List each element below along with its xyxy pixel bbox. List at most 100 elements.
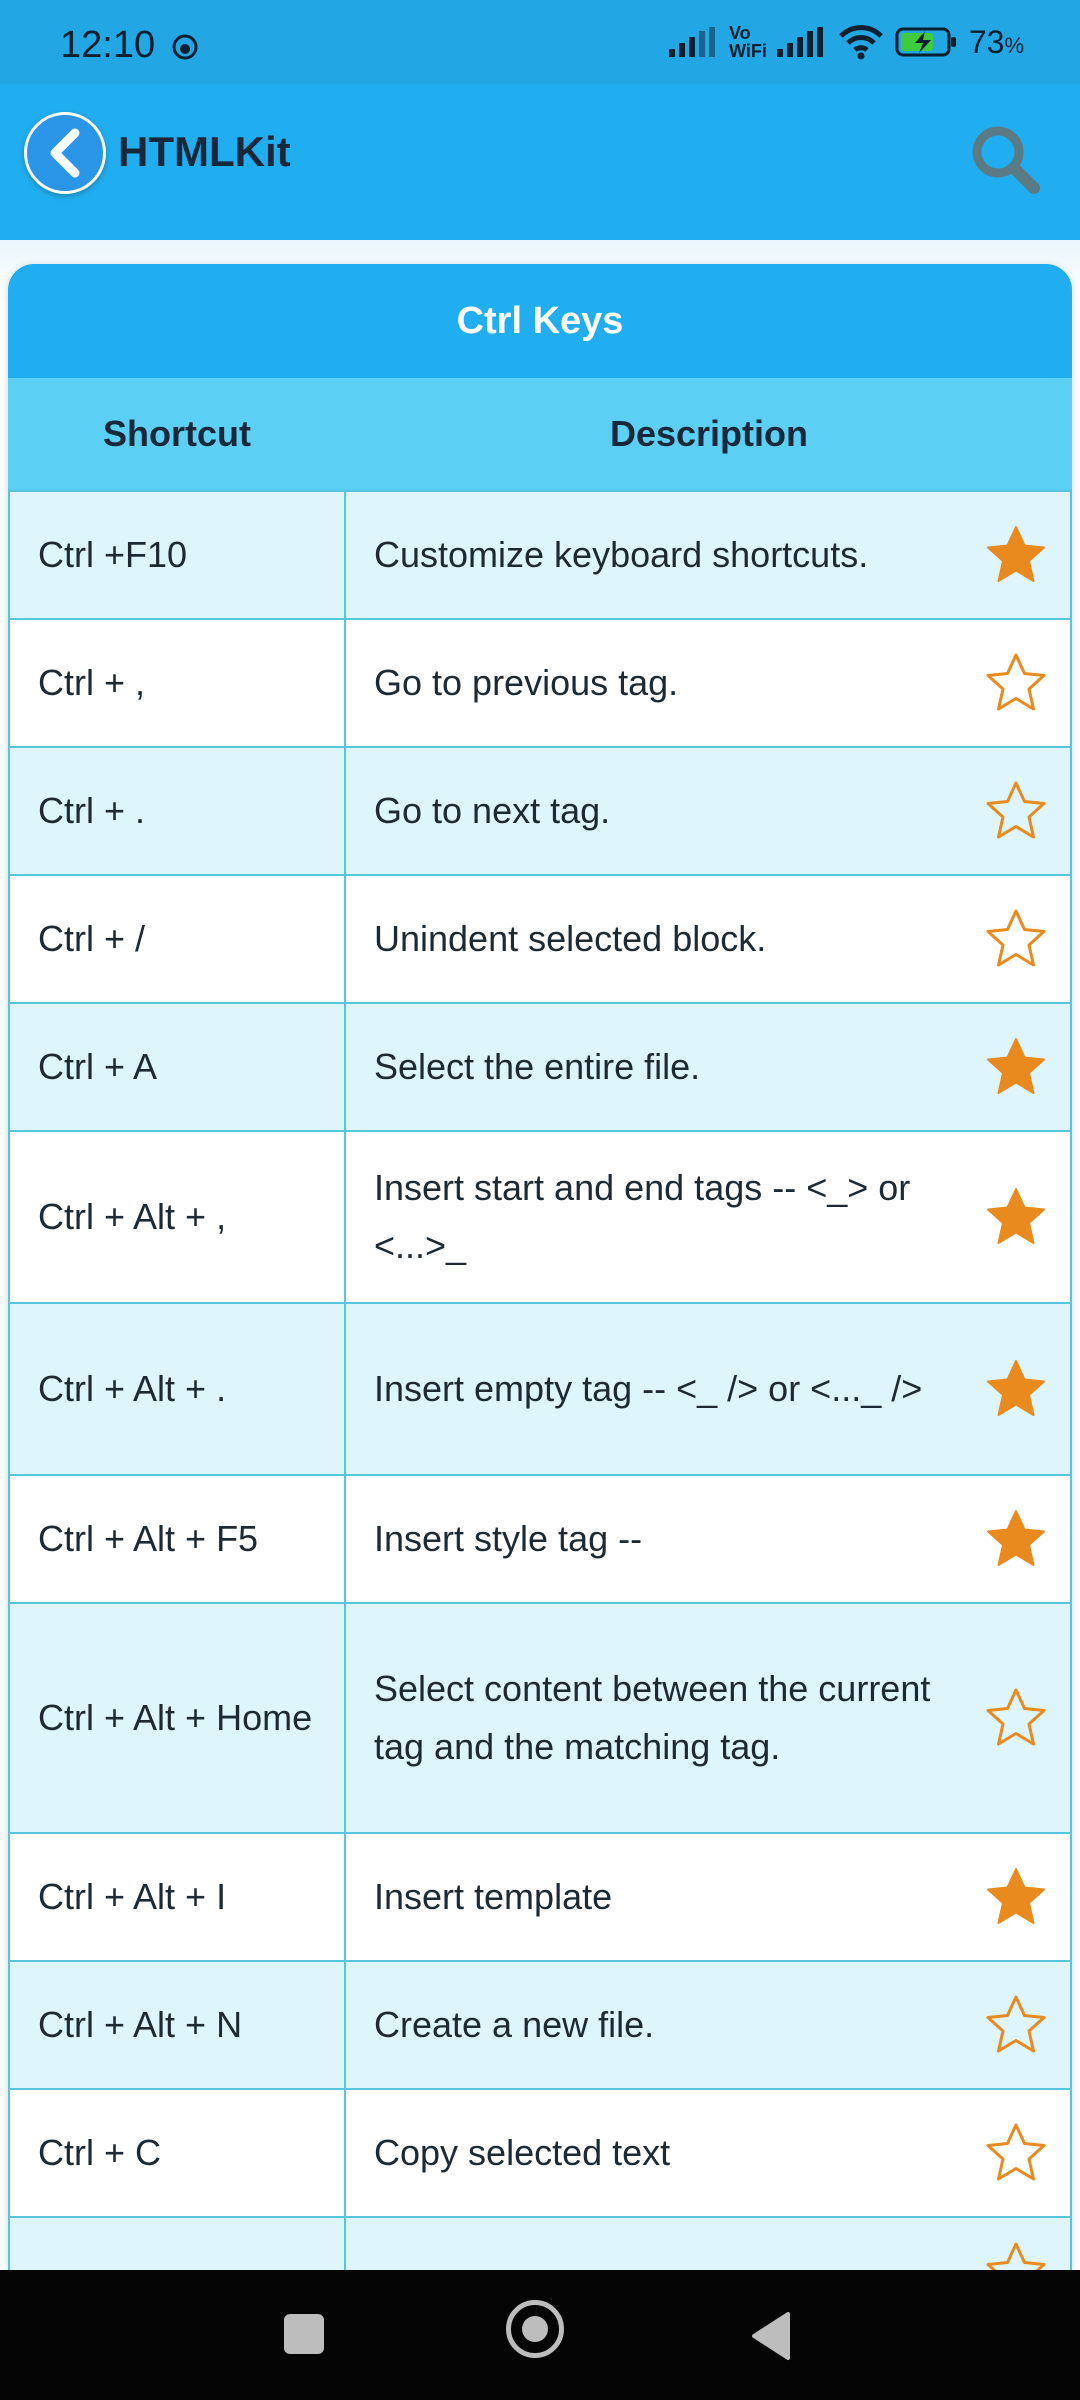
shortcut-text: Ctrl + Alt + ,: [38, 1196, 227, 1237]
chevron-left-icon: [50, 128, 80, 178]
table-row[interactable]: Ctrl + C Copy selected text: [8, 2090, 1072, 2218]
column-header-description: Description: [609, 413, 809, 454]
description-text: Unindent selected block.: [374, 918, 767, 959]
table-row[interactable]: Ctrl + A Select the entire file.: [8, 1004, 1072, 1132]
star-filled-icon[interactable]: [984, 523, 1048, 587]
shortcut-cell: Ctrl + Alt + Home: [8, 1604, 346, 1832]
table-row[interactable]: Ctrl + Alt + , Insert start and end tags …: [8, 1132, 1072, 1304]
shortcut-cell: Ctrl + .: [8, 748, 346, 874]
shortcut-cell: Ctrl +F10: [8, 492, 346, 618]
table-row[interactable]: Ctrl + Alt + N Create a new file.: [8, 1962, 1072, 2090]
shortcut-text: Ctrl + Alt + Home: [38, 1697, 313, 1738]
table-row[interactable]: Ctrl + / Unindent selected block.: [8, 876, 1072, 1004]
star-outline-icon[interactable]: [984, 651, 1048, 715]
status-icons: Vo WiFi 73%: [669, 20, 1024, 64]
shortcut-text: Ctrl + ,: [38, 662, 146, 703]
battery-percent: 73%: [968, 23, 1024, 60]
description-cell: Insert start and end tags -- <_> or <...…: [346, 1132, 1072, 1302]
description-cell: Insert style tag --: [346, 1476, 1072, 1602]
description-text: Go to next tag.: [374, 790, 611, 831]
shortcut-text: Ctrl + .: [38, 790, 146, 831]
description-cell: Customize keyboard shortcuts.: [346, 492, 1072, 618]
description-text: Select the entire file.: [374, 1046, 701, 1087]
table-header-row: Shortcut Description: [8, 378, 1072, 492]
recents-button[interactable]: [284, 2314, 324, 2354]
description-cell: Go to next tag.: [346, 748, 1072, 874]
description-text: Insert style tag --: [374, 1518, 643, 1559]
shortcut-text: Ctrl + Alt + N: [38, 2004, 243, 2045]
table-body: Ctrl +F10 Customize keyboard shortcuts. Ct…: [8, 492, 1072, 2270]
shortcut-cell: Ctrl + C: [8, 2090, 346, 2216]
table-row[interactable]: Ctrl +F10 Customize keyboard shortcuts.: [8, 492, 1072, 620]
table-row[interactable]: Ctrl + Alt + Home Select content between …: [8, 1604, 1072, 1834]
star-filled-icon[interactable]: [984, 1865, 1048, 1929]
description-text: Go to previous tag.: [374, 662, 679, 703]
description-cell: Select the entire file.: [346, 1004, 1072, 1130]
signal-icon: [669, 27, 716, 57]
shortcut-text: Ctrl + A: [38, 1046, 158, 1087]
table-row[interactable]: Ctrl + Alt + F5 Insert style tag --: [8, 1476, 1072, 1604]
description-cell: Insert template: [346, 1834, 1072, 1960]
shortcut-cell: Ctrl + A: [8, 1004, 346, 1130]
description-cell: Copy selected text: [346, 2090, 1072, 2216]
table-title: Ctrl Keys: [8, 264, 1072, 378]
description-text: Insert start and end tags -- <_> or <...…: [374, 1167, 911, 1266]
shortcuts-table: Ctrl Keys Shortcut Description Ctrl +F10…: [8, 264, 1072, 2270]
search-icon[interactable]: [966, 120, 1044, 198]
shortcut-text: Ctrl + Alt + I: [38, 1876, 227, 1917]
description-cell: Go to previous tag.: [346, 620, 1072, 746]
table-row[interactable]: [8, 2218, 1072, 2270]
description-text: Select content between the current tag a…: [374, 1668, 931, 1767]
vowifi-label: Vo WiFi: [729, 23, 767, 61]
star-outline-icon[interactable]: [984, 779, 1048, 843]
description-text: Copy selected text: [374, 2132, 671, 2173]
shortcut-cell: Ctrl + Alt + I: [8, 1834, 346, 1960]
description-cell: Select content between the current tag a…: [346, 1604, 1072, 1832]
star-outline-icon[interactable]: [984, 907, 1048, 971]
star-outline-icon[interactable]: [984, 1993, 1048, 2057]
description-text: Create a new file.: [374, 2004, 655, 2045]
star-outline-icon[interactable]: [984, 2240, 1048, 2270]
shortcut-text: Ctrl + Alt + .: [38, 1368, 227, 1409]
description-cell: Create a new file.: [346, 1962, 1072, 2088]
wifi-icon: [839, 25, 883, 60]
star-filled-icon[interactable]: [984, 1185, 1048, 1249]
shortcut-text: Ctrl +F10: [38, 534, 188, 575]
table-row[interactable]: Ctrl + Alt + . Insert empty tag -- <_ /> …: [8, 1304, 1072, 1476]
shortcut-cell: Ctrl + Alt + F5: [8, 1476, 346, 1602]
description-cell: [346, 2218, 1072, 2270]
shortcut-cell: Ctrl + Alt + N: [8, 1962, 346, 2088]
table-row[interactable]: Ctrl + . Go to next tag.: [8, 748, 1072, 876]
star-filled-icon[interactable]: [984, 1035, 1048, 1099]
back-button[interactable]: [24, 112, 106, 194]
app-bar: HTMLKit: [0, 84, 1080, 240]
shortcut-cell: Ctrl + Alt + .: [8, 1304, 346, 1474]
description-cell: Insert empty tag -- <_ /> or <..._ />: [346, 1304, 1072, 1474]
battery-icon: [895, 27, 956, 57]
description-text: Insert empty tag -- <_ /> or <..._ />: [374, 1368, 923, 1409]
description-cell: Unindent selected block.: [346, 876, 1072, 1002]
system-nav-bar: [0, 2270, 1080, 2400]
star-filled-icon[interactable]: [984, 1357, 1048, 1421]
status-time: 12:10: [60, 24, 156, 66]
app-title: HTMLKit: [118, 128, 291, 175]
description-text: Insert template: [374, 1876, 613, 1917]
home-button[interactable]: [506, 2300, 564, 2358]
shortcut-text: Ctrl + Alt + F5: [38, 1518, 259, 1559]
table-row[interactable]: Ctrl + , Go to previous tag.: [8, 620, 1072, 748]
notification-app-icon: [172, 34, 198, 60]
status-bar: 12:10 Vo WiFi 73%: [0, 0, 1080, 84]
shortcut-cell: Ctrl + /: [8, 876, 346, 1002]
star-filled-icon[interactable]: [984, 1507, 1048, 1571]
shortcut-text: Ctrl + C: [38, 2132, 162, 2173]
table-row[interactable]: Ctrl + Alt + I Insert template: [8, 1834, 1072, 1962]
column-header-shortcut: Shortcut: [103, 413, 251, 454]
shortcut-cell: [8, 2218, 346, 2270]
star-outline-icon[interactable]: [984, 1686, 1048, 1750]
signal-icon-2: [776, 27, 823, 57]
shortcut-cell: Ctrl + ,: [8, 620, 346, 746]
back-nav-icon[interactable]: [748, 2310, 792, 2362]
shortcut-cell: Ctrl + Alt + ,: [8, 1132, 346, 1302]
description-text: Customize keyboard shortcuts.: [374, 534, 869, 575]
star-outline-icon[interactable]: [984, 2121, 1048, 2185]
